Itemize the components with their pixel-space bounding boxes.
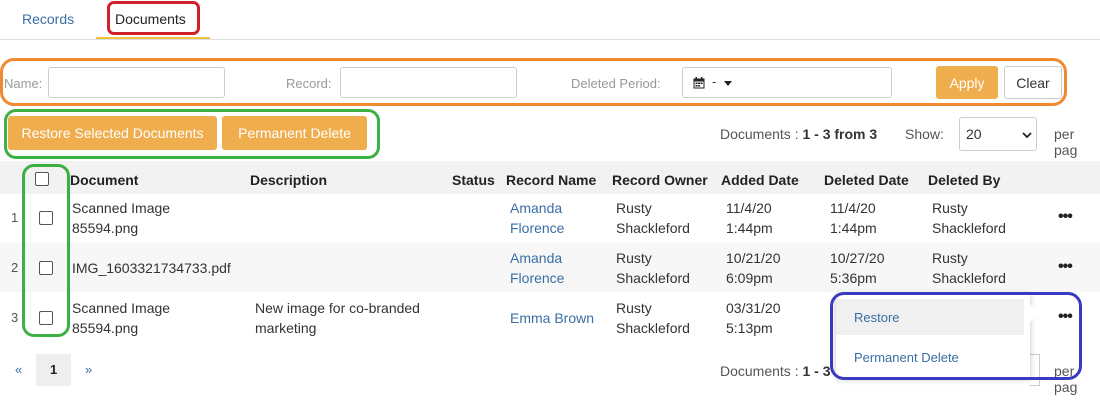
header-added-date[interactable]: Added Date: [721, 172, 799, 188]
document-description: New image for co-branded marketing: [255, 300, 420, 336]
per-page-label: per pag: [1054, 126, 1078, 158]
annotation-orange-box: [0, 58, 1067, 106]
documents-count-value-bottom: 1 - 3: [802, 363, 831, 379]
annotation-green-column-box: [22, 164, 70, 337]
header-record-owner[interactable]: Record Owner: [612, 172, 708, 188]
deleted-by: Rusty Shackleford: [932, 250, 1006, 286]
document-name[interactable]: IMG_1603321734733.pdf: [72, 258, 231, 278]
record-owner: Rusty Shackleford: [616, 200, 690, 236]
annotation-blue-box: [830, 292, 1082, 380]
row-number: 2: [11, 260, 19, 275]
tab-divider: [0, 39, 1100, 40]
added-date: 10/21/20 6:09pm: [726, 250, 781, 286]
pagination-current-page-label: 1: [50, 362, 58, 377]
header-deleted-by[interactable]: Deleted By: [928, 172, 1000, 188]
deleted-by: Rusty Shackleford: [932, 200, 1006, 236]
row-number: 3: [11, 310, 19, 325]
page-size-select[interactable]: 20: [959, 117, 1037, 151]
pagination-next[interactable]: »: [85, 362, 92, 377]
header-record-name[interactable]: Record Name: [506, 172, 596, 188]
documents-count-prefix: Documents :: [720, 126, 799, 142]
header-status[interactable]: Status: [452, 172, 495, 188]
deleted-date: 11/4/20 1:44pm: [830, 200, 877, 236]
row-actions-icon[interactable]: •••: [1058, 208, 1073, 226]
documents-count-value: 1 - 3 from 3: [802, 126, 878, 142]
header-document[interactable]: Document: [70, 172, 138, 188]
row-number: 1: [11, 210, 19, 225]
tab-records[interactable]: Records: [22, 11, 74, 27]
pagination-prev[interactable]: «: [15, 362, 22, 377]
documents-count-bottom: Documents : 1 - 3: [720, 363, 831, 379]
record-owner: Rusty Shackleford: [616, 250, 690, 286]
chevron-down-icon: [1022, 132, 1032, 138]
added-date: 11/4/20 1:44pm: [726, 200, 773, 236]
row-actions-icon[interactable]: •••: [1058, 258, 1073, 276]
header-description[interactable]: Description: [250, 172, 327, 188]
documents-count-prefix-bottom: Documents :: [720, 363, 799, 379]
annotation-green-box: [4, 109, 380, 159]
documents-count: Documents : 1 - 3 from 3: [720, 126, 877, 142]
record-name-link[interactable]: Emma Brown: [510, 308, 594, 328]
document-name[interactable]: Scanned Image 85594.png: [72, 198, 170, 238]
show-label: Show:: [905, 126, 944, 142]
document-name[interactable]: Scanned Image 85594.png: [72, 298, 170, 338]
deleted-date: 10/27/20 5:36pm: [830, 250, 885, 286]
record-owner: Rusty Shackleford: [616, 300, 690, 336]
annotation-red-box: [107, 1, 200, 35]
record-name-link[interactable]: Amanda Florence: [510, 248, 564, 288]
page-size-value: 20: [966, 126, 982, 142]
added-date: 03/31/20 5:13pm: [726, 300, 781, 336]
header-deleted-date[interactable]: Deleted Date: [824, 172, 909, 188]
record-name-link[interactable]: Amanda Florence: [510, 198, 564, 238]
pagination-current-page[interactable]: 1: [36, 354, 71, 386]
